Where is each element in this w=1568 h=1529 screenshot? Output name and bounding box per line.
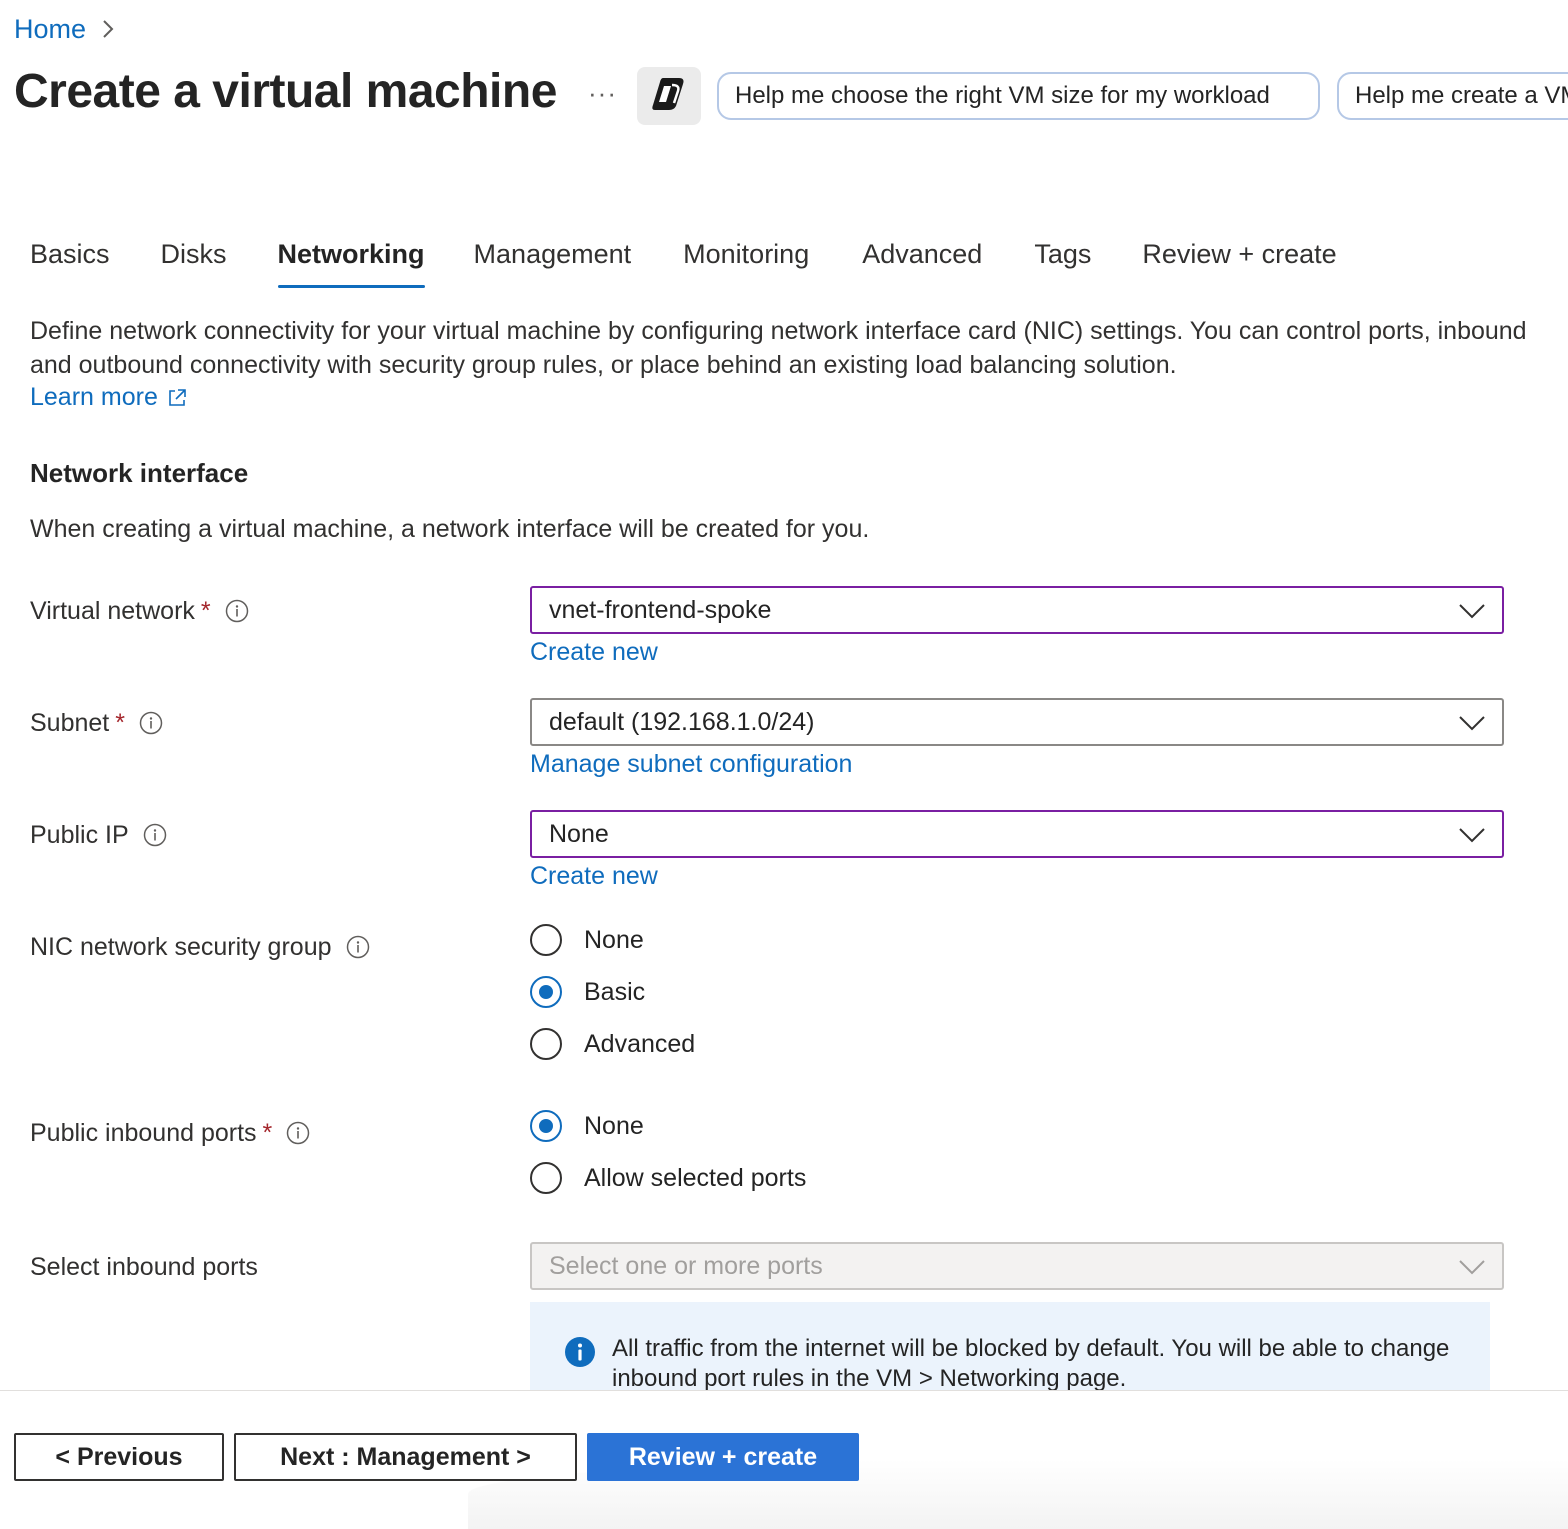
copilot-icon: [649, 76, 689, 117]
radio-label: Basic: [584, 977, 646, 1006]
chevron-down-icon: [1459, 716, 1485, 731]
virtual-network-value: vnet-frontend-spoke: [549, 595, 772, 624]
learn-more-label: Learn more: [30, 383, 158, 411]
breadcrumb-home-link[interactable]: Home: [14, 14, 86, 45]
info-banner: All traffic from the internet will be bl…: [530, 1302, 1490, 1402]
required-marker: *: [200, 596, 211, 625]
radio-label: Advanced: [584, 1029, 696, 1058]
tab-monitoring[interactable]: Monitoring: [683, 232, 809, 288]
tab-management[interactable]: Management: [474, 232, 632, 288]
virtual-network-dropdown[interactable]: vnet-frontend-spoke: [530, 586, 1504, 634]
radio-button[interactable]: [530, 924, 562, 956]
next-management-button[interactable]: Next : Management >: [234, 1433, 577, 1481]
networking-description: Define network connectivity for your vir…: [30, 317, 1527, 379]
inbound-ports-radio-none[interactable]: None: [530, 1106, 644, 1146]
wizard-tabs: Basics Disks Networking Management Monit…: [30, 232, 1337, 292]
info-filled-icon: [565, 1337, 595, 1367]
copilot-prompt-vm-size[interactable]: Help me choose the right VM size for my …: [717, 72, 1320, 120]
subnet-dropdown[interactable]: default (192.168.1.0/24): [530, 698, 1504, 746]
tab-networking[interactable]: Networking: [277, 232, 425, 288]
tab-review-create[interactable]: Review + create: [1142, 232, 1336, 288]
public-ip-label: Public IP: [30, 818, 167, 852]
public-inbound-ports-label: Public inbound ports *: [30, 1116, 310, 1150]
required-marker: *: [115, 708, 125, 737]
radio-label: None: [584, 1111, 644, 1140]
radio-button[interactable]: [530, 1028, 562, 1060]
public-ip-dropdown[interactable]: None: [530, 810, 1504, 858]
virtual-network-label-text: Virtual network: [30, 596, 195, 625]
radio-label: None: [584, 925, 644, 954]
tab-disks[interactable]: Disks: [161, 232, 227, 288]
public-ip-value: None: [549, 819, 609, 848]
info-icon[interactable]: [346, 935, 370, 959]
copilot-button[interactable]: [637, 67, 701, 125]
select-inbound-ports-label: Select inbound ports: [30, 1250, 258, 1284]
breadcrumb: Home: [14, 12, 114, 46]
info-icon[interactable]: [139, 711, 163, 735]
tab-basics[interactable]: Basics: [30, 232, 110, 288]
chevron-down-icon: [1459, 828, 1485, 843]
nic-nsg-radio-basic[interactable]: Basic: [530, 972, 645, 1012]
page-title: Create a virtual machine: [14, 65, 557, 118]
create-new-virtual-network-link[interactable]: Create new: [530, 638, 658, 667]
previous-button[interactable]: < Previous: [14, 1433, 224, 1481]
radio-label: Allow selected ports: [584, 1163, 807, 1192]
chevron-right-icon: [102, 18, 114, 40]
select-inbound-ports-label-text: Select inbound ports: [30, 1252, 258, 1281]
info-banner-text: All traffic from the internet will be bl…: [612, 1335, 1450, 1392]
radio-button[interactable]: [530, 976, 562, 1008]
info-icon[interactable]: [143, 823, 167, 847]
nic-nsg-radio-none[interactable]: None: [530, 920, 644, 960]
radio-button[interactable]: [530, 1110, 562, 1142]
chevron-down-icon: [1459, 1260, 1485, 1275]
review-create-button[interactable]: Review + create: [587, 1433, 859, 1481]
tab-tags[interactable]: Tags: [1034, 232, 1091, 288]
nic-nsg-label-text: NIC network security group: [30, 932, 332, 961]
create-new-public-ip-link[interactable]: Create new: [530, 862, 658, 891]
inbound-ports-radio-allow-selected[interactable]: Allow selected ports: [530, 1158, 806, 1198]
nic-nsg-label: NIC network security group: [30, 930, 370, 964]
wizard-footer: < Previous Next : Management > Review + …: [0, 1390, 1568, 1529]
virtual-network-label: Virtual network *: [30, 594, 249, 628]
subnet-value: default (192.168.1.0/24): [549, 707, 815, 736]
info-icon[interactable]: [225, 599, 249, 623]
external-link-icon: [169, 388, 186, 406]
section-description: When creating a virtual machine, a netwo…: [30, 515, 870, 543]
radio-button[interactable]: [530, 1162, 562, 1194]
more-options-button[interactable]: ···: [588, 78, 617, 109]
public-ip-label-text: Public IP: [30, 820, 129, 849]
public-inbound-ports-label-text: Public inbound ports: [30, 1118, 257, 1147]
subnet-label: Subnet *: [30, 706, 163, 740]
section-heading-network-interface: Network interface: [30, 458, 249, 488]
nic-nsg-radio-advanced[interactable]: Advanced: [530, 1024, 695, 1064]
learn-more-link[interactable]: Learn more: [30, 383, 188, 412]
tab-advanced[interactable]: Advanced: [862, 232, 982, 288]
select-inbound-ports-dropdown[interactable]: Select one or more ports: [530, 1242, 1504, 1290]
manage-subnet-configuration-link[interactable]: Manage subnet configuration: [530, 750, 852, 779]
select-inbound-ports-placeholder: Select one or more ports: [549, 1251, 823, 1280]
info-icon[interactable]: [286, 1121, 310, 1145]
required-marker: *: [262, 1118, 273, 1147]
chevron-down-icon: [1459, 604, 1485, 619]
subnet-label-text: Subnet: [30, 708, 110, 737]
copilot-prompt-create-vm[interactable]: Help me create a VM: [1337, 72, 1568, 120]
